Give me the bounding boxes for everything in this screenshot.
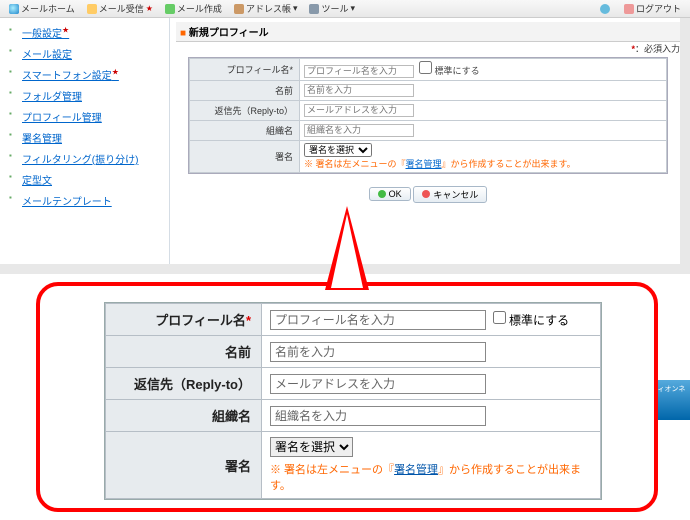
required-hint: *：必須入力 xyxy=(176,42,680,55)
toolbar-home[interactable]: メールホーム xyxy=(4,0,80,17)
zoom-label-name: 名前 xyxy=(106,336,262,368)
chevron-down-icon: ▾ xyxy=(293,3,298,14)
signature-select[interactable]: 署名を選択 xyxy=(304,143,372,157)
cancel-button[interactable]: キャンセル xyxy=(413,186,487,203)
zoom-signature-hint: ※ 署名は左メニューの『署名管理』から作成することが出来ます。 xyxy=(270,461,592,493)
sidebar-item-mail-template[interactable]: メールテンプレート xyxy=(6,190,163,211)
name-input[interactable] xyxy=(304,84,414,97)
vertical-scrollbar[interactable] xyxy=(680,18,690,264)
sidebar-item-general[interactable]: 一般設定★ xyxy=(6,22,163,43)
logout-icon xyxy=(624,4,634,14)
zoom-label-reply: 返信先（Reply-to） xyxy=(106,368,262,400)
label-name: 名前 xyxy=(190,80,300,100)
zoom-org-input[interactable] xyxy=(270,406,486,426)
cancel-icon xyxy=(422,190,430,198)
org-input[interactable] xyxy=(304,124,414,137)
replyto-input[interactable] xyxy=(304,104,414,117)
ok-button[interactable]: OK xyxy=(369,187,411,201)
badge-star-icon: ★ xyxy=(146,4,153,13)
zoom-default-checkbox[interactable] xyxy=(493,311,506,324)
label-reply: 返信先（Reply-to） xyxy=(190,100,300,120)
help-button[interactable] xyxy=(595,0,615,17)
sidebar-item-profile[interactable]: プロフィール管理 xyxy=(6,106,163,127)
help-icon xyxy=(600,4,610,14)
default-checkbox-label: 標準にする xyxy=(435,66,480,76)
sidebar-item-smartphone[interactable]: スマートフォン設定★ xyxy=(6,64,163,85)
profile-name-input[interactable] xyxy=(304,65,414,78)
sidebar: 一般設定★ メール設定 スマートフォン設定★ フォルダ管理 プロフィール管理 署… xyxy=(0,18,170,264)
profile-form-zoom: プロフィール名* 標準にする 名前 返信先（Reply-to） 組織名 署名 xyxy=(104,302,602,500)
zoom-replyto-input[interactable] xyxy=(270,374,486,394)
zoom-profile-name-input[interactable] xyxy=(270,310,486,330)
toolbar-tool[interactable]: ツール▾ xyxy=(304,0,360,17)
zoom-signature-link[interactable]: 署名管理 xyxy=(394,464,438,476)
toolbar-addr[interactable]: アドレス帳▾ xyxy=(229,0,303,17)
chevron-down-icon: ▾ xyxy=(351,3,356,14)
default-checkbox[interactable] xyxy=(419,61,432,74)
logout-button[interactable]: ログアウト xyxy=(619,0,686,17)
callout-arrow-icon xyxy=(325,206,369,290)
addressbook-icon xyxy=(234,4,244,14)
label-org: 組織名 xyxy=(190,120,300,140)
zoom-label-org: 組織名 xyxy=(106,400,262,432)
sidebar-item-folder[interactable]: フォルダ管理 xyxy=(6,85,163,106)
ok-icon xyxy=(378,190,386,198)
gear-icon xyxy=(309,4,319,14)
profile-form-mini: プロフィール名* 標準にする 名前 返信先（Reply-to） 組織名 xyxy=(188,57,668,174)
sidebar-item-signature[interactable]: 署名管理 xyxy=(6,127,163,148)
toolbar-compose[interactable]: メール作成 xyxy=(160,0,227,17)
label-sign: 署名 xyxy=(190,140,300,172)
zoom-signature-select[interactable]: 署名を選択 xyxy=(270,437,353,457)
zoom-name-input[interactable] xyxy=(270,342,486,362)
toolbar-recv[interactable]: メール受信★ xyxy=(82,0,158,17)
zoom-label-profile-name: プロフィール名* xyxy=(106,304,262,336)
panel-title: ■ 新規プロフィール xyxy=(176,22,680,42)
signature-link[interactable]: 署名管理 xyxy=(406,159,442,169)
globe-icon xyxy=(9,4,19,14)
content-panel: ■ 新規プロフィール *：必須入力 プロフィール名* 標準にする 名前 返信先（… xyxy=(170,18,690,264)
top-toolbar: メールホーム メール受信★ メール作成 アドレス帳▾ ツール▾ ログアウト xyxy=(0,0,690,18)
label-profile-name: プロフィール名* xyxy=(190,59,300,81)
sidebar-item-filter[interactable]: フィルタリング(振り分け) xyxy=(6,148,163,169)
zoom-default-checkbox-label: 標準にする xyxy=(509,313,569,327)
callout: プロフィール名* 標準にする 名前 返信先（Reply-to） 組織名 署名 xyxy=(36,282,658,512)
zoom-label-sign: 署名 xyxy=(106,432,262,499)
mail-down-icon xyxy=(87,4,97,14)
signature-hint: ※ 署名は左メニューの『署名管理』から作成することが出来ます。 xyxy=(304,159,576,169)
sidebar-item-mail[interactable]: メール設定 xyxy=(6,43,163,64)
compose-icon xyxy=(165,4,175,14)
sidebar-item-template-phrase[interactable]: 定型文 xyxy=(6,169,163,190)
